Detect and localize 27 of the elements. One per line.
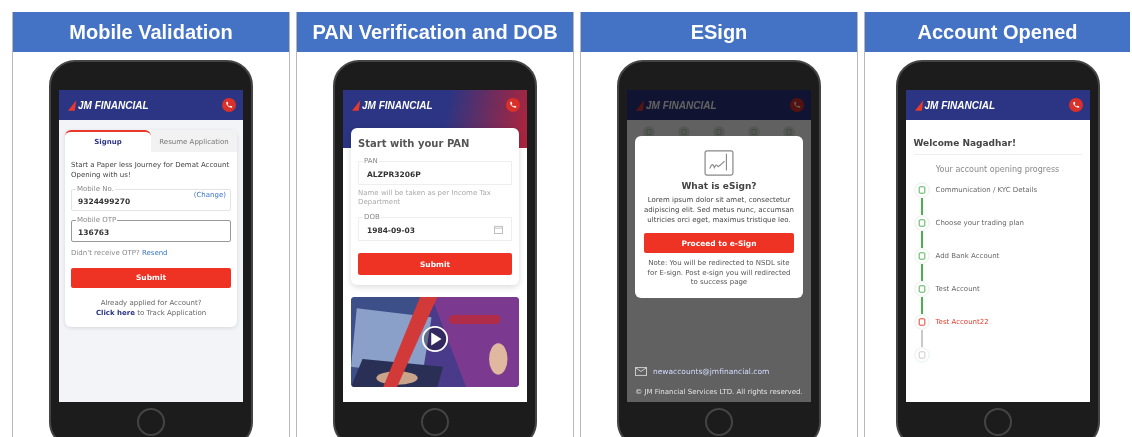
panel-heading: Account Opened — [865, 12, 1130, 52]
envelope-icon — [635, 367, 647, 376]
panel-heading: Mobile Validation — [13, 12, 289, 52]
phone-icon[interactable] — [1068, 98, 1083, 112]
brand-name: JM FINANCIAL — [78, 99, 149, 111]
dialog-title: What is eSign? — [681, 181, 757, 191]
logo-icon — [914, 99, 924, 111]
phone-icon[interactable] — [222, 98, 236, 112]
home-button[interactable] — [705, 408, 733, 436]
panel-heading: PAN Verification and DOB — [297, 12, 573, 52]
logo-icon — [352, 99, 361, 111]
home-button[interactable] — [421, 408, 449, 436]
home-button[interactable] — [983, 408, 1012, 436]
brand-name: JM FINANCIAL — [362, 99, 433, 111]
panel-heading: ESign — [581, 12, 857, 52]
brand-name: JM FINANCIAL — [646, 99, 717, 111]
card-title: Start with your PAN — [358, 138, 471, 149]
welcome-title: Welcome Nagadhar! — [913, 138, 1082, 155]
phone-icon[interactable] — [506, 98, 520, 112]
progress-title: Your account opening progress — [934, 165, 1061, 174]
brand-name: JM FINANCIAL — [924, 99, 996, 111]
logo-icon — [68, 99, 77, 111]
play-icon[interactable] — [421, 325, 449, 354]
home-button[interactable] — [137, 408, 165, 436]
calendar-icon[interactable] — [494, 224, 503, 234]
logo-icon — [636, 99, 645, 111]
signature-icon — [704, 150, 734, 176]
